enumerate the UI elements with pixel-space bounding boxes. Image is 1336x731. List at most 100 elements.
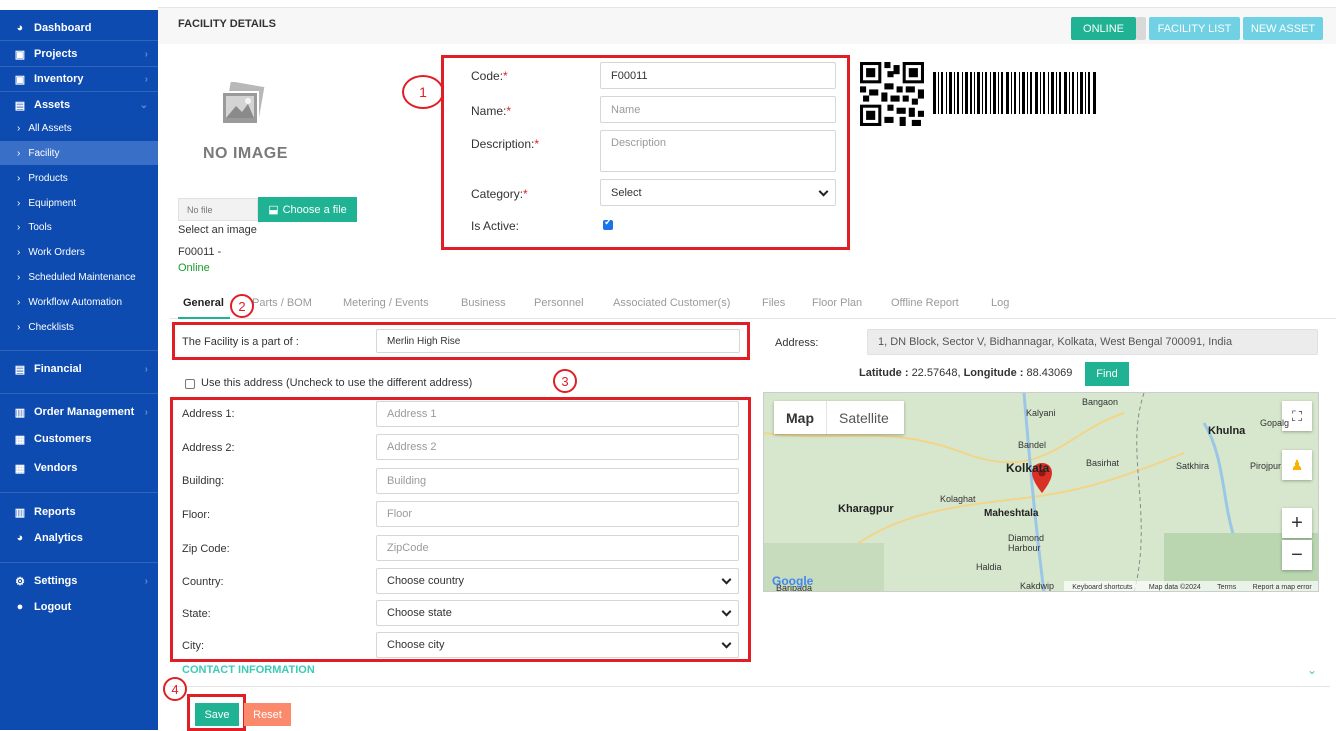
new-asset-button[interactable]: NEW ASSET	[1243, 17, 1323, 40]
map-footer: Keyboard shortcuts Map data ©2024 Terms …	[1064, 581, 1318, 591]
contact-information-header[interactable]: CONTACT INFORMATION	[182, 664, 315, 676]
file-icon: ▥	[14, 506, 26, 519]
floor-input[interactable]: Floor	[376, 501, 739, 527]
city-select[interactable]: Choose city	[376, 632, 739, 658]
state-label: State:	[182, 608, 211, 620]
map-label: Kakdwip	[1020, 581, 1055, 591]
gear-icon: ⚙	[15, 575, 25, 588]
is-active-checkbox[interactable]	[603, 217, 613, 230]
tab-log[interactable]: Log	[991, 297, 1009, 309]
sidebar-item-label: Analytics	[34, 532, 83, 544]
sidebar-item-dashboard[interactable]: ◕ Dashboard	[0, 16, 158, 40]
save-button[interactable]: Save	[195, 703, 239, 726]
category-value: Select	[611, 186, 642, 199]
map[interactable]: Map Satellite ⛶ ♟ + − Bangaon Kalyani Ba…	[763, 392, 1319, 592]
online-button[interactable]: ONLINE	[1071, 17, 1136, 40]
choose-file-button[interactable]: ⬓ Choose a file	[258, 197, 357, 222]
online-toggle[interactable]	[1136, 17, 1146, 40]
sidebar-item-assets[interactable]: ▤ Assets ⌄	[0, 93, 158, 117]
tab-floor-plan[interactable]: Floor Plan	[812, 297, 862, 309]
calendar-icon: ▦	[14, 462, 26, 475]
chevron-down-icon[interactable]: ⌄	[1307, 663, 1317, 677]
map-label: Gopalg	[1260, 418, 1290, 428]
chevron-down-icon	[818, 186, 829, 197]
terms-link[interactable]: Terms	[1217, 584, 1236, 591]
sidebar-item-projects[interactable]: ▣ Projects ›	[0, 42, 158, 66]
use-address-checkbox[interactable]	[185, 379, 195, 389]
city-value: Choose city	[387, 639, 445, 651]
tab-general[interactable]: General	[183, 297, 224, 309]
tab-metering-events[interactable]: Metering / Events	[343, 297, 429, 309]
map-label: Pirojpur	[1250, 461, 1282, 471]
find-button[interactable]: Find	[1085, 362, 1129, 386]
sidebar-item-analytics[interactable]: ◕ Analytics	[0, 526, 158, 550]
tab-files[interactable]: Files	[762, 297, 785, 309]
map-label: Maheshtala	[984, 508, 1039, 519]
top-bar	[158, 0, 1336, 8]
sidebar-item-order-management[interactable]: ▥ Order Management ›	[0, 400, 158, 424]
code-line: F00011 -	[178, 246, 222, 258]
building-input[interactable]: Building	[376, 468, 739, 494]
caret-right-icon: ›	[17, 321, 21, 333]
sidebar-item-settings[interactable]: ⚙ Settings ›	[0, 569, 158, 593]
keyboard-shortcuts-link[interactable]: Keyboard shortcuts	[1072, 584, 1132, 591]
sidebar-subitem-facility[interactable]: › Facility	[0, 141, 158, 165]
address1-input[interactable]: Address 1	[376, 401, 739, 427]
chevron-right-icon: ›	[144, 406, 148, 418]
sidebar-subitem-equipment[interactable]: › Equipment	[0, 191, 158, 215]
sidebar-item-financial[interactable]: ▤ Financial ›	[0, 357, 158, 381]
chevron-down-icon	[721, 638, 732, 649]
tab-business[interactable]: Business	[461, 297, 506, 309]
satellite-tab[interactable]: Satellite	[826, 401, 901, 434]
map-label: Kolkata	[1006, 461, 1050, 475]
sidebar-subitem-scheduled-maintenance[interactable]: › Scheduled Maintenance	[0, 265, 158, 289]
sidebar-item-label: Financial	[34, 363, 82, 375]
report-error-link[interactable]: Report a map error	[1253, 584, 1312, 591]
sidebar-item-reports[interactable]: ▥ Reports	[0, 500, 158, 524]
sidebar-item-label: Customers	[34, 433, 92, 445]
zoom-in-icon[interactable]: +	[1282, 508, 1312, 538]
sidebar-item-vendors[interactable]: ▦ Vendors	[0, 456, 158, 480]
part-of-input[interactable]: Merlin High Rise	[376, 329, 740, 353]
name-input[interactable]: Name	[600, 96, 836, 123]
map-tab[interactable]: Map	[774, 410, 826, 426]
tab-associated-customers[interactable]: Associated Customer(s)	[613, 297, 730, 309]
sidebar-subitem-work-orders[interactable]: › Work Orders	[0, 240, 158, 264]
tab-personnel[interactable]: Personnel	[534, 297, 584, 309]
facility-list-button[interactable]: FACILITY LIST	[1149, 17, 1240, 40]
tab-offline-report[interactable]: Offline Report	[891, 297, 959, 309]
caret-right-icon: ›	[17, 271, 21, 283]
asset-icon: ▤	[14, 99, 26, 112]
sidebar-subitem-label: Checklists	[28, 321, 74, 333]
tab-parts-bom[interactable]: Parts / BOM	[252, 297, 312, 309]
zip-label: Zip Code:	[182, 543, 230, 555]
map-data-text: Map data ©2024	[1148, 583, 1201, 591]
sidebar-subitem-checklists[interactable]: › Checklists	[0, 315, 158, 339]
description-input[interactable]: Description	[600, 130, 836, 172]
sidebar-subitem-all-assets[interactable]: › All Assets	[0, 116, 158, 140]
sidebar-subitem-workflow-automation[interactable]: › Workflow Automation	[0, 290, 158, 314]
state-select[interactable]: Choose state	[376, 600, 739, 626]
pegman-icon[interactable]: ♟	[1282, 450, 1312, 480]
divider	[0, 492, 158, 493]
divider	[0, 40, 158, 41]
map-label: Kolaghat	[940, 494, 976, 504]
sidebar-subitem-label: Products	[28, 172, 68, 184]
financial-icon: ▤	[14, 363, 26, 376]
sidebar-item-inventory[interactable]: ▣ Inventory ›	[0, 67, 158, 91]
code-input[interactable]: F00011	[600, 62, 836, 89]
address2-input[interactable]: Address 2	[376, 434, 739, 460]
country-select[interactable]: Choose country	[376, 568, 739, 594]
sidebar-top-strip	[0, 0, 158, 10]
zoom-out-icon[interactable]: −	[1282, 540, 1312, 570]
map-label: Diamond Harbour	[1008, 533, 1045, 553]
category-select[interactable]: Select	[600, 179, 836, 206]
sidebar-subitem-products[interactable]: › Products	[0, 166, 158, 190]
qr-code	[860, 62, 924, 126]
sidebar-subitem-tools[interactable]: › Tools	[0, 215, 158, 239]
reset-button[interactable]: Reset	[244, 703, 291, 726]
sidebar-item-logout[interactable]: ● Logout	[0, 595, 158, 619]
zip-input[interactable]: ZipCode	[376, 535, 739, 561]
no-file-field[interactable]: No file	[178, 198, 258, 221]
sidebar-item-customers[interactable]: ▦ Customers	[0, 427, 158, 451]
